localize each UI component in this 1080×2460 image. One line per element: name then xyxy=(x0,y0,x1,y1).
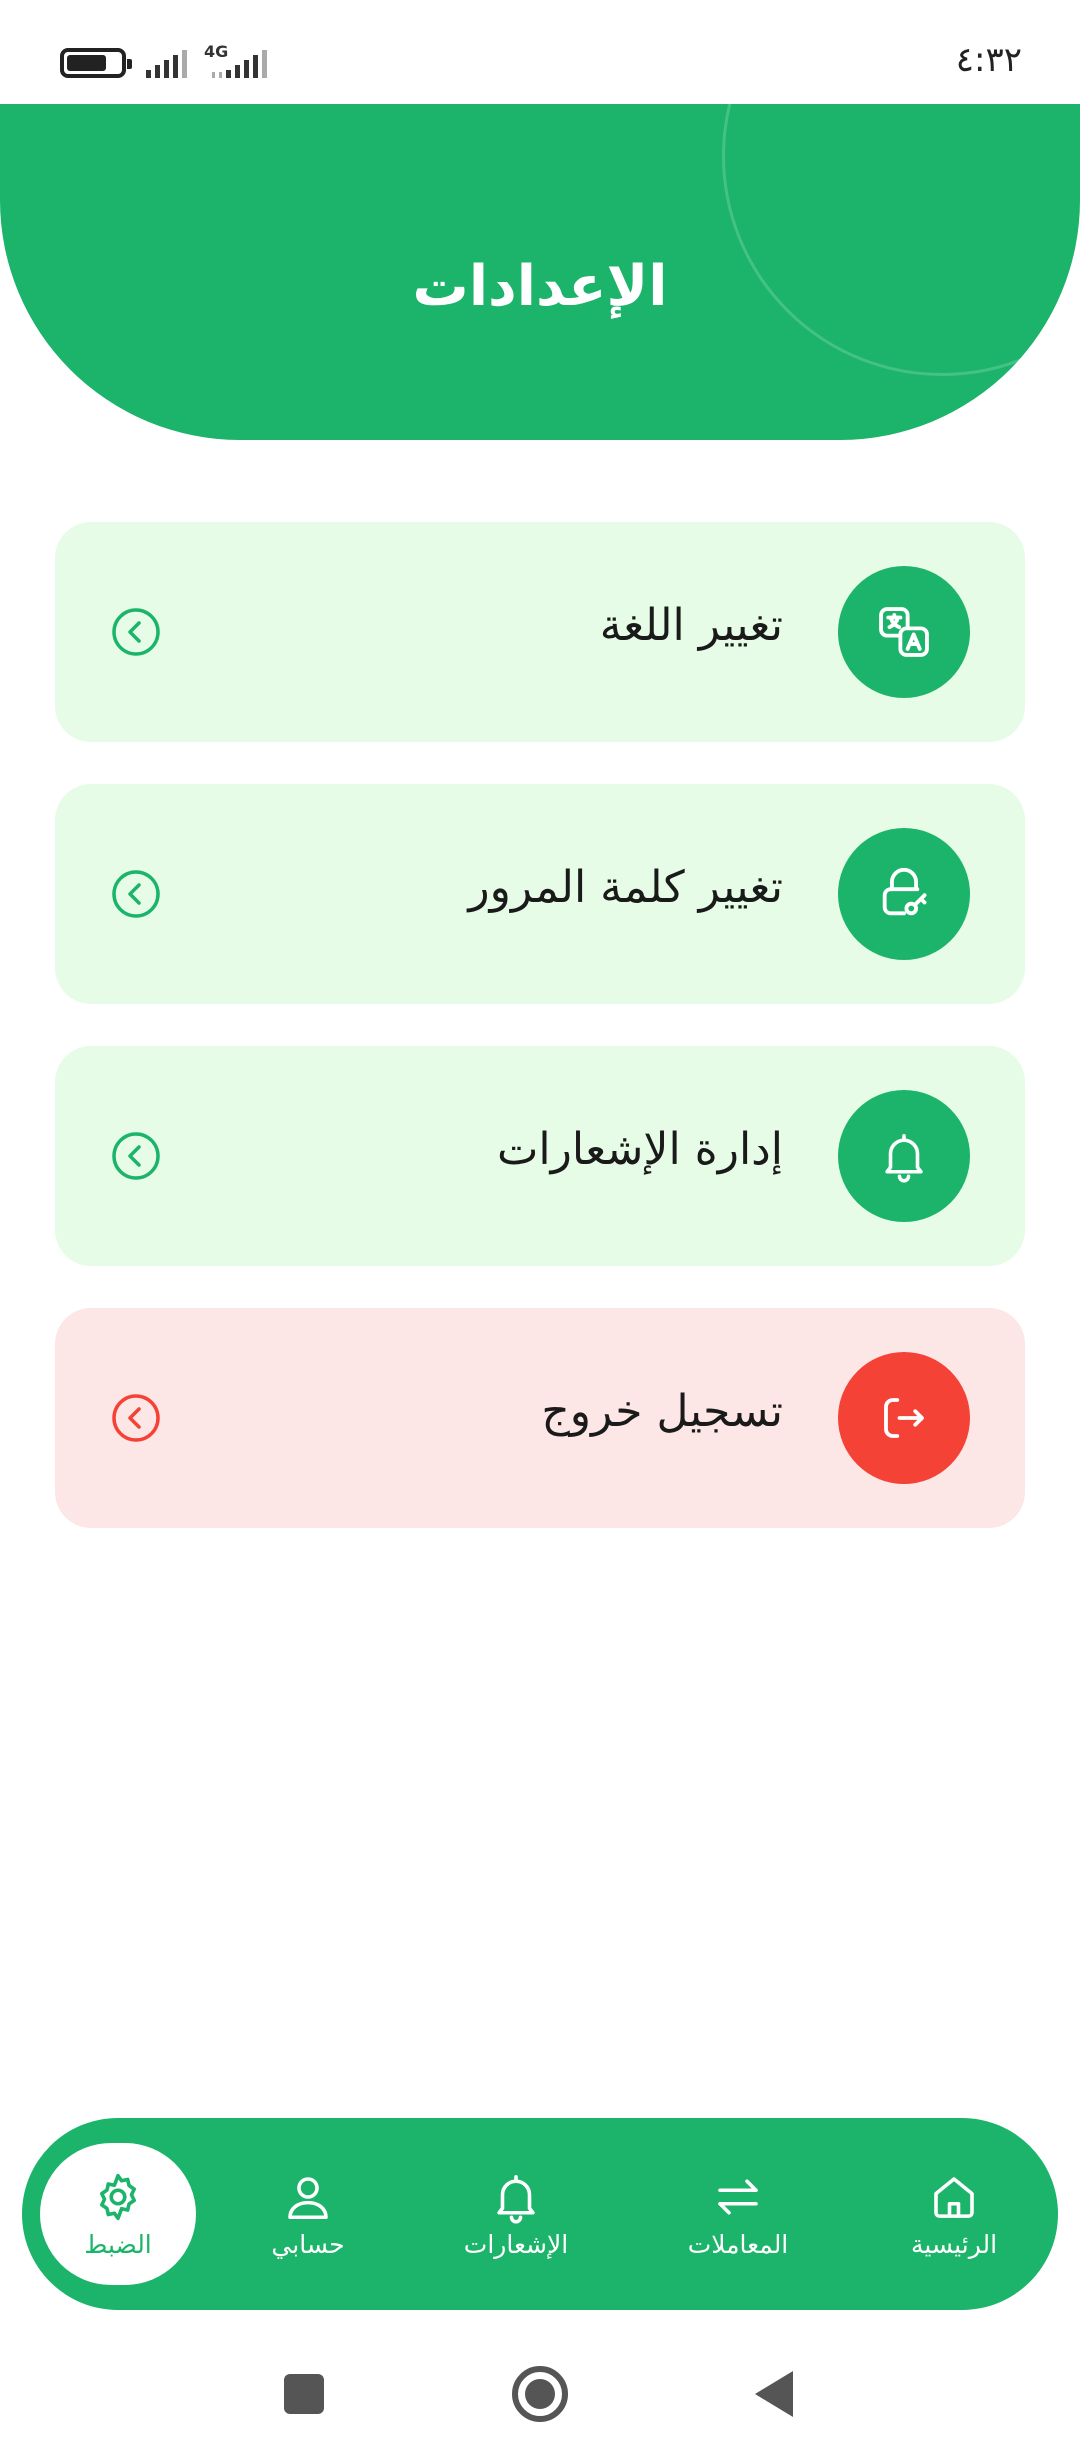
logout-icon xyxy=(838,1352,970,1484)
nav-label: حسابي xyxy=(271,2229,345,2259)
settings-item-password[interactable]: تغيير كلمة المرور xyxy=(55,784,1025,1004)
nav-item-settings[interactable]: الضبط xyxy=(40,2143,196,2285)
system-nav-bar xyxy=(0,2330,1080,2460)
square-icon xyxy=(284,2374,324,2414)
back-button[interactable] xyxy=(734,2354,814,2434)
circle-home-icon xyxy=(512,2366,568,2422)
settings-item-label: تسجيل خروج xyxy=(541,1386,783,1437)
chevron-left-icon[interactable] xyxy=(111,1393,161,1443)
settings-item-label: تغيير اللغة xyxy=(599,600,783,651)
transfer-arrows-icon xyxy=(718,2178,758,2215)
page-title: الإعدادات xyxy=(412,254,668,319)
header-decoration xyxy=(722,104,1080,376)
battery-icon xyxy=(60,48,132,78)
nav-item-notifications[interactable]: الإشعارات xyxy=(426,2118,606,2310)
chevron-left-icon[interactable] xyxy=(111,1131,161,1181)
home-icon xyxy=(934,2176,974,2218)
home-button[interactable] xyxy=(500,2354,580,2434)
nav-item-transactions[interactable]: المعاملات xyxy=(648,2118,828,2310)
nav-label: الضبط xyxy=(84,2229,152,2259)
settings-item-logout[interactable]: تسجيل خروج xyxy=(55,1308,1025,1528)
nav-label: الإشعارات xyxy=(463,2229,569,2259)
status-bar: 4G ٤:٣٢ xyxy=(0,0,1080,104)
bottom-nav: الرئيسية المعاملات الإشعارات حسابي الضبط xyxy=(22,2118,1058,2310)
user-icon xyxy=(288,2176,328,2219)
chevron-left-icon[interactable] xyxy=(111,869,161,919)
header: الإعدادات xyxy=(0,104,1080,440)
status-time: ٤:٣٢ xyxy=(955,40,1022,80)
gear-icon xyxy=(100,2173,136,2220)
lock-key-icon xyxy=(838,828,970,960)
triangle-back-icon xyxy=(755,2371,793,2417)
settings-item-label: تغيير كلمة المرور xyxy=(468,862,783,913)
bell-icon xyxy=(497,2174,535,2224)
settings-item-language[interactable]: تغيير اللغة xyxy=(55,522,1025,742)
battery-level xyxy=(67,55,106,71)
bell-icon xyxy=(838,1090,970,1222)
nav-item-account[interactable]: حسابي xyxy=(218,2118,398,2310)
nav-label: الرئيسية xyxy=(910,2229,998,2259)
nav-label: المعاملات xyxy=(687,2229,789,2259)
signal-icon xyxy=(146,48,187,78)
recents-button[interactable] xyxy=(264,2354,344,2434)
chevron-left-icon[interactable] xyxy=(111,607,161,657)
settings-item-label: إدارة الإشعارات xyxy=(496,1124,783,1175)
settings-item-notifications[interactable]: إدارة الإشعارات xyxy=(55,1046,1025,1266)
signal-4g-icon xyxy=(212,48,267,78)
nav-item-home[interactable]: الرئيسية xyxy=(864,2118,1044,2310)
translate-icon xyxy=(838,566,970,698)
